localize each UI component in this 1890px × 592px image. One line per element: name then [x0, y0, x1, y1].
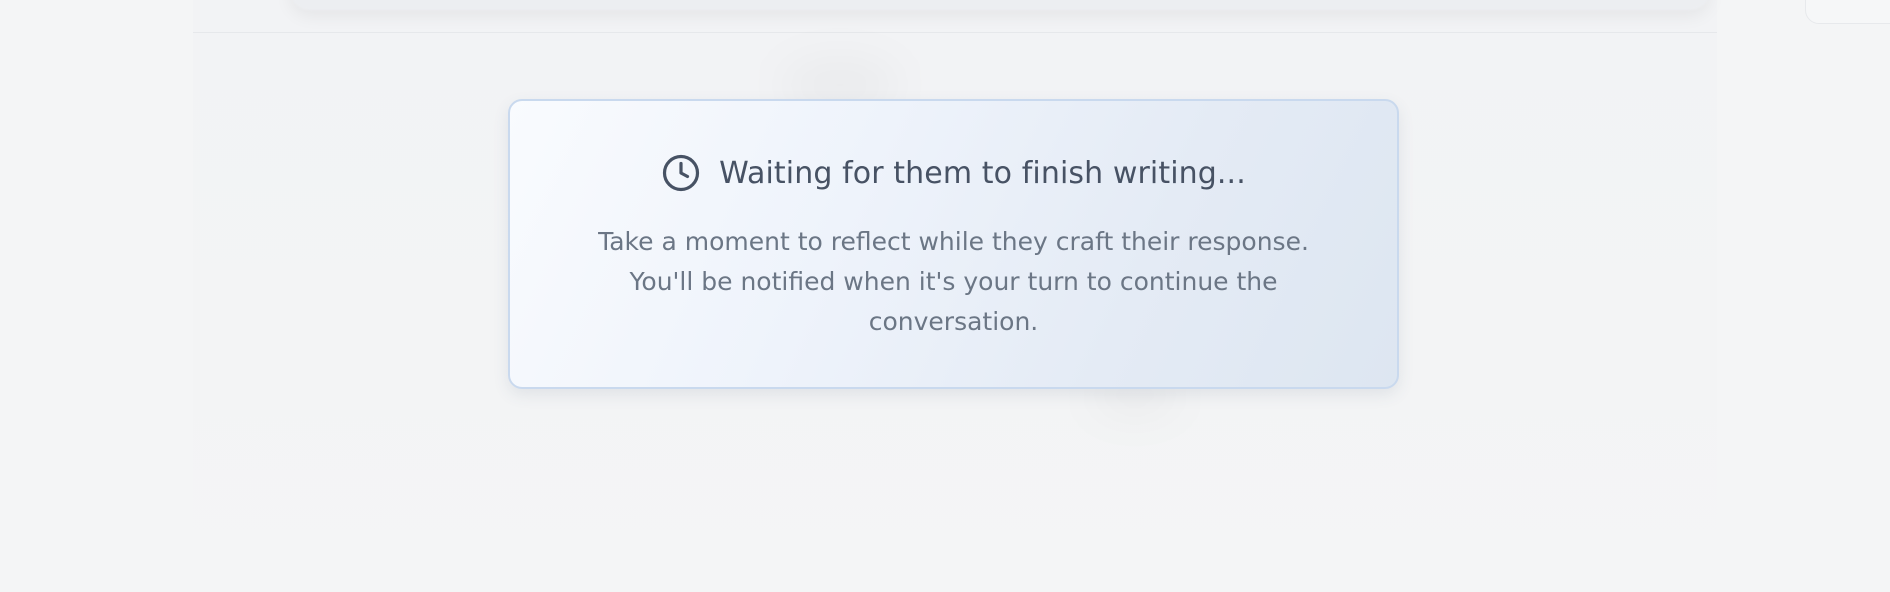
waiting-message: Take a moment to reflect while they craf…: [598, 227, 1309, 336]
top-right-control: [1805, 0, 1890, 24]
top-divider: [193, 32, 1717, 33]
waiting-title: Waiting for them to finish writing...: [719, 155, 1246, 191]
top-composer-bar: [290, 0, 1710, 10]
waiting-status-card: Waiting for them to finish writing... Ta…: [508, 99, 1399, 389]
waiting-header: Waiting for them to finish writing...: [510, 153, 1397, 193]
clock-icon: [661, 153, 701, 193]
